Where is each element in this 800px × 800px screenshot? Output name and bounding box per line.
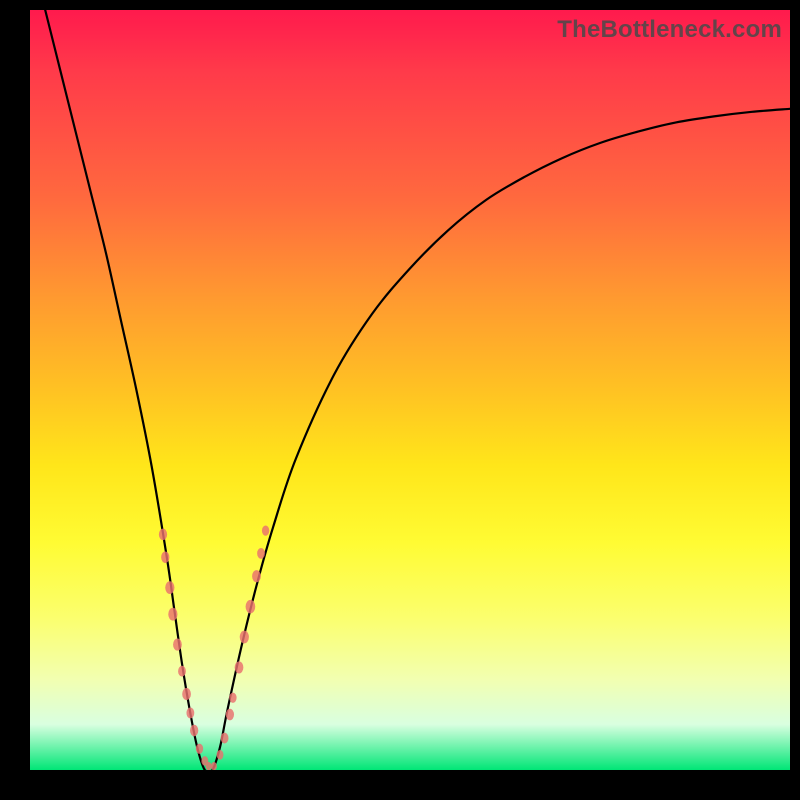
marker-dot: [229, 693, 236, 703]
chart-plot-area: TheBottleneck.com: [30, 10, 790, 770]
marker-dot: [240, 631, 249, 644]
marker-dot: [252, 570, 261, 582]
bottleneck-curve-line: [45, 10, 790, 770]
marker-dot: [161, 551, 169, 563]
marker-dot: [165, 581, 174, 594]
marker-dot: [190, 725, 198, 737]
marker-dot: [186, 708, 194, 719]
marker-group: [159, 525, 269, 770]
marker-dot: [246, 600, 256, 613]
marker-dot: [235, 661, 244, 673]
marker-dot: [178, 666, 186, 677]
marker-dot: [217, 750, 224, 760]
marker-dot: [196, 744, 203, 754]
marker-dot: [159, 529, 167, 541]
marker-dot: [221, 733, 229, 744]
marker-dot: [173, 639, 182, 651]
marker-dot: [211, 762, 217, 770]
chart-svg: [30, 10, 790, 770]
marker-dot: [182, 688, 191, 700]
marker-dot: [168, 608, 177, 621]
marker-dot: [226, 709, 234, 721]
marker-dot: [206, 762, 212, 770]
marker-dot: [257, 548, 265, 559]
marker-dot: [262, 525, 269, 535]
